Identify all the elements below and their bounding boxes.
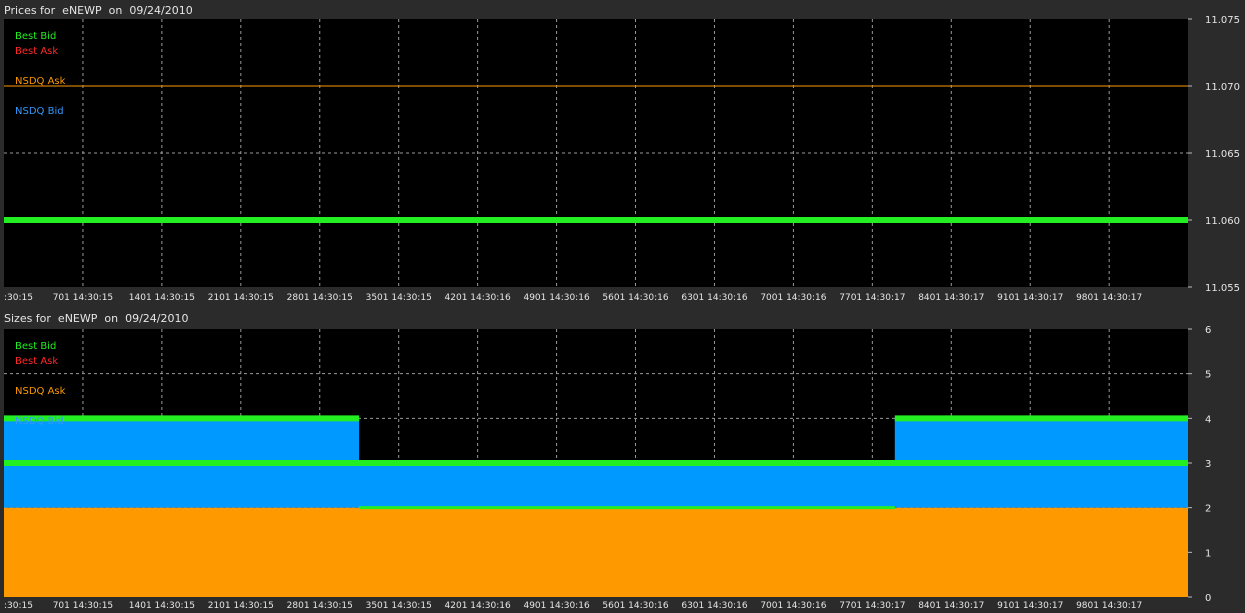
plot-area	[4, 19, 1188, 287]
x-tick-label: 7701 14:30:17	[839, 293, 905, 303]
x-tick-label: :30:15	[4, 601, 33, 611]
quotes-chart: 11.055 11.060 11.065 11.070 11.075 :30:15 701 …	[4, 15, 1240, 611]
x-tick-label: 2801 14:30:15	[287, 293, 353, 303]
y-tick-label: 11.075	[1205, 15, 1240, 26]
y-tick-label: 3	[1205, 459, 1211, 470]
legend-nsdq-ask: NSDQ Ask	[15, 386, 66, 397]
x-tick-label: 1401 14:30:15	[129, 601, 195, 611]
legend-nsdq-bid: NSDQ Bid	[15, 106, 64, 117]
series-nsdq-ask-area	[4, 507, 1188, 597]
x-tick-label: 701 14:30:15	[53, 293, 113, 303]
y-tick-label: 11.065	[1205, 149, 1240, 160]
y-tick-label: 4	[1205, 414, 1211, 425]
y-tick-label: 0	[1205, 593, 1211, 604]
x-tick-label: 9101 14:30:17	[997, 601, 1063, 611]
panel-sizes: 0 1 2 3 4 5 6 :30:15 701 14:30:15 1401 14:30:15 21…	[4, 325, 1211, 611]
y-tick-label: 11.055	[1205, 283, 1240, 294]
x-tick-label: 9801 14:30:17	[1076, 601, 1142, 611]
x-tick-label: 7001 14:30:16	[760, 293, 826, 303]
x-tick-label: 4201 14:30:16	[445, 601, 511, 611]
legend-best-bid: Best Bid	[15, 31, 56, 42]
x-tick-label: 6301 14:30:16	[681, 293, 747, 303]
x-tick-label: 9101 14:30:17	[997, 293, 1063, 303]
legend-best-bid: Best Bid	[15, 341, 56, 352]
x-tick-label: 4201 14:30:16	[445, 293, 511, 303]
x-tick-label: 8401 14:30:17	[918, 293, 984, 303]
y-tick-label: 6	[1205, 325, 1211, 336]
x-tick-label: 4901 14:30:16	[523, 293, 589, 303]
x-tick-label: 2101 14:30:15	[208, 601, 274, 611]
x-tick-label: 8401 14:30:17	[918, 601, 984, 611]
x-tick-label: 6301 14:30:16	[681, 601, 747, 611]
y-tick-label: 11.070	[1205, 82, 1240, 93]
panel-prices: 11.055 11.060 11.065 11.070 11.075 :30:15 701 …	[4, 15, 1240, 303]
x-tick-label: 5601 14:30:16	[602, 601, 668, 611]
x-tick-label: 7001 14:30:16	[760, 601, 826, 611]
legend-nsdq-bid: NSDQ Bid	[15, 416, 64, 427]
x-tick-label: 2101 14:30:15	[208, 293, 274, 303]
x-tick-label: 1401 14:30:15	[129, 293, 195, 303]
y-tick-label: 11.060	[1205, 216, 1240, 227]
legend-nsdq-ask: NSDQ Ask	[15, 76, 66, 87]
y-tick-label: 2	[1205, 504, 1211, 515]
x-tick-label: 2801 14:30:15	[287, 601, 353, 611]
x-tick-label: 3501 14:30:15	[366, 601, 432, 611]
y-tick-label: 5	[1205, 370, 1211, 381]
x-tick-label: :30:15	[4, 293, 33, 303]
x-tick-label: 9801 14:30:17	[1076, 293, 1142, 303]
x-tick-label: 3501 14:30:15	[366, 293, 432, 303]
x-tick-label: 701 14:30:15	[53, 601, 113, 611]
legend-best-ask: Best Ask	[15, 46, 58, 57]
x-tick-label: 5601 14:30:16	[602, 293, 668, 303]
x-tick-label: 7701 14:30:17	[839, 601, 905, 611]
legend-best-ask: Best Ask	[15, 356, 58, 367]
x-tick-label: 4901 14:30:16	[523, 601, 589, 611]
y-tick-label: 1	[1205, 548, 1211, 559]
